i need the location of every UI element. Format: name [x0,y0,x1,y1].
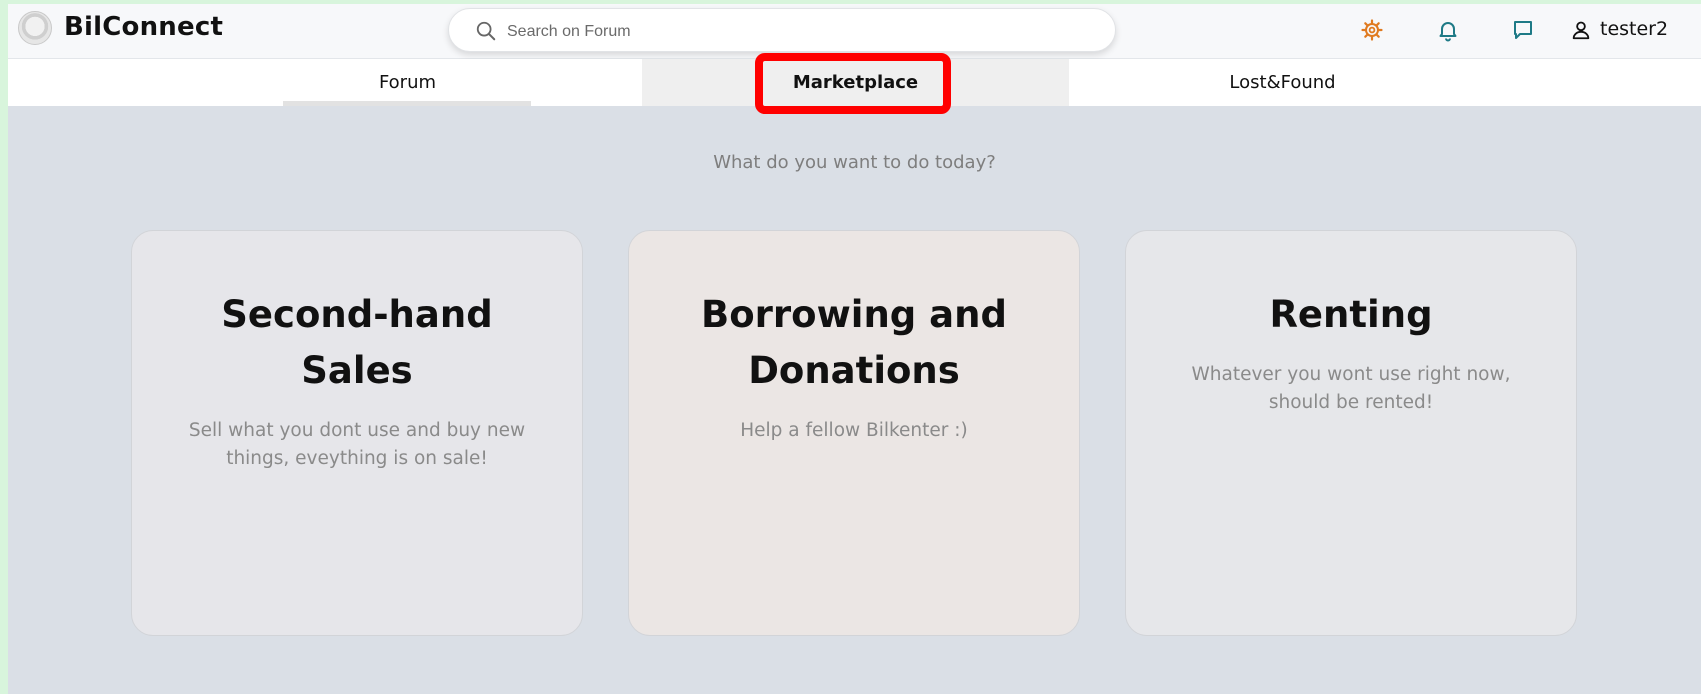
card-second-hand-sales[interactable]: Second-hand Sales Sell what you dont use… [131,230,583,636]
search-input[interactable] [505,18,1089,46]
tab-underline-indicator [283,101,531,106]
search-bar [448,8,1116,52]
card-title-line: Renting [1269,293,1433,336]
card-title: Renting [1156,287,1546,343]
search-icon [476,21,496,41]
card-description-line: things, eveything is on sale! [226,448,488,469]
chat-bubble-icon[interactable] [1511,18,1535,42]
card-description: Whatever you wont use right now, should … [1166,361,1536,417]
card-description-line: Sell what you dont use and buy new [188,420,526,441]
card-title-line: Sales [301,349,413,392]
top-navbar: BilConnect Search on Forum tester2 [8,4,1701,59]
page-prompt: What do you want to do today? [713,152,996,173]
user-icon [1572,21,1590,40]
app-window: BilConnect Search on Forum tester2 Forum… [8,4,1701,694]
card-description-line: should be rented! [1268,392,1434,413]
tab-forum[interactable]: Forum [194,59,621,106]
card-description: Sell what you dont use and buy new thing… [172,417,542,473]
card-title: Second-hand Sales [162,287,552,399]
highlight-annotation-box [755,53,951,114]
card-title-line: Second-hand [221,293,493,336]
brand-name[interactable]: BilConnect [64,12,223,42]
card-description: Help a fellow Bilkenter :) [669,417,1039,445]
tab-lost-and-found[interactable]: Lost&Found [1069,59,1496,106]
username-label: tester2 [1600,18,1669,40]
bilconnect-logo[interactable] [18,11,52,45]
card-title-line: Donations [748,349,960,392]
bell-icon[interactable] [1436,18,1460,42]
card-borrowing-and-donations[interactable]: Borrowing and Donations Help a fellow Bi… [628,230,1080,636]
card-description-line: Help a fellow Bilkenter :) [740,420,968,441]
card-description-line: Whatever you wont use right now, [1191,364,1511,385]
settings-gear-icon[interactable] [1360,18,1384,42]
card-title-line: Borrowing and [701,293,1007,336]
card-title: Borrowing and Donations [659,287,1049,399]
card-renting[interactable]: Renting Whatever you wont use right now,… [1125,230,1577,636]
